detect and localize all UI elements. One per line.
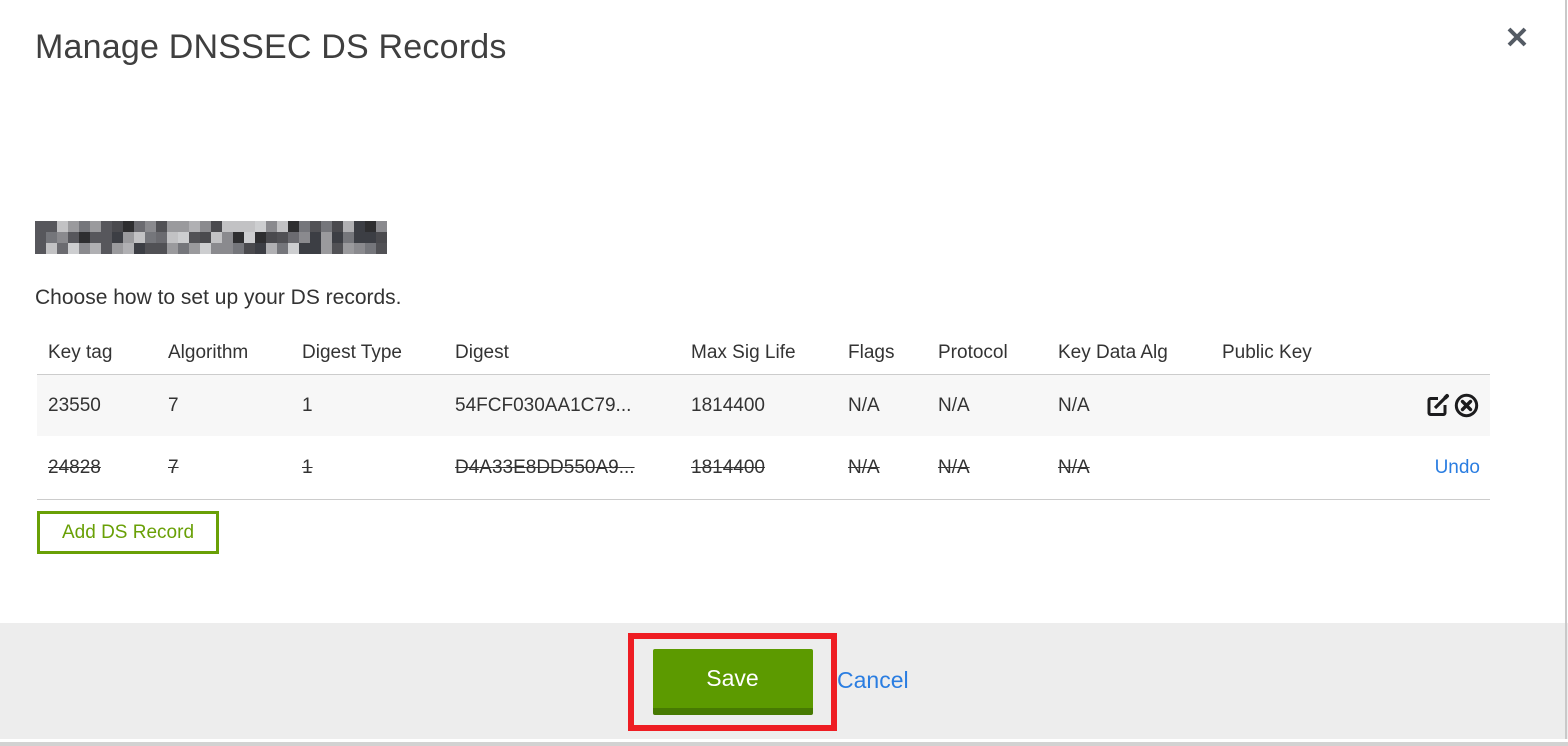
- cell-flags: N/A: [848, 394, 880, 416]
- page-title: Manage DNSSEC DS Records: [35, 28, 507, 66]
- column-header-public-key: Public Key: [1222, 341, 1312, 363]
- column-header-max-sig-life: Max Sig Life: [691, 341, 796, 363]
- column-header-flags: Flags: [848, 341, 895, 363]
- modal-footer: Save Cancel: [0, 623, 1568, 739]
- column-header-key-tag: Key tag: [48, 341, 113, 363]
- save-button[interactable]: Save: [652, 649, 813, 715]
- manage-dnssec-modal: Manage DNSSEC DS Records Choose how to s…: [0, 0, 1568, 746]
- column-header-digest: Digest: [455, 341, 509, 363]
- add-ds-record-button[interactable]: Add DS Record: [37, 511, 220, 554]
- cell-algorithm: 7: [168, 456, 179, 478]
- cell-max-sig-life: 1814400: [691, 456, 765, 478]
- window-right-edge: [1565, 0, 1567, 739]
- cell-key-data-alg: N/A: [1058, 394, 1090, 416]
- redacted-domain-name: [35, 221, 387, 254]
- row-actions: Undo: [1359, 457, 1490, 479]
- close-icon[interactable]: [1502, 22, 1532, 52]
- edit-icon[interactable]: [1423, 392, 1451, 420]
- table-header-row: Key tag Algorithm Digest Type Digest Max…: [37, 331, 1490, 375]
- cell-key-data-alg: N/A: [1058, 456, 1090, 478]
- cancel-link[interactable]: Cancel: [837, 667, 909, 694]
- row-actions: [1359, 392, 1490, 420]
- table-body: 23550 7 1 54FCF030AA1C79... 1814400 N/A N/A N/A…: [37, 375, 1490, 500]
- ds-records-table: Key tag Algorithm Digest Type Digest Max…: [37, 331, 1490, 500]
- cell-digest-type: 1: [302, 456, 313, 478]
- instruction-text: Choose how to set up your DS records.: [35, 286, 402, 309]
- undo-link[interactable]: Undo: [1435, 457, 1480, 479]
- column-header-algorithm: Algorithm: [168, 341, 249, 363]
- column-header-key-data-alg: Key Data Alg: [1058, 341, 1168, 363]
- column-header-protocol: Protocol: [938, 341, 1008, 363]
- column-header-digest-type: Digest Type: [302, 341, 402, 363]
- cell-key-tag: 23550: [48, 394, 101, 416]
- cell-digest: D4A33E8DD550A9...: [455, 456, 635, 478]
- table-row: 23550 7 1 54FCF030AA1C79... 1814400 N/A N/A N/A: [37, 375, 1490, 436]
- red-annotation-rectangle: Save: [628, 633, 837, 731]
- cell-protocol: N/A: [938, 456, 970, 478]
- table-row: 24828 7 1 D4A33E8DD550A9... 1814400 N/A N/A N/A…: [37, 436, 1490, 500]
- cell-digest-type: 1: [302, 394, 313, 416]
- cell-protocol: N/A: [938, 394, 970, 416]
- delete-icon[interactable]: [1452, 392, 1480, 420]
- cell-algorithm: 7: [168, 394, 179, 416]
- cell-key-tag: 24828: [48, 456, 101, 478]
- window-bottom-edge: [0, 742, 1568, 746]
- cell-flags: N/A: [848, 456, 880, 478]
- cell-max-sig-life: 1814400: [691, 394, 765, 416]
- cell-digest: 54FCF030AA1C79...: [455, 394, 632, 416]
